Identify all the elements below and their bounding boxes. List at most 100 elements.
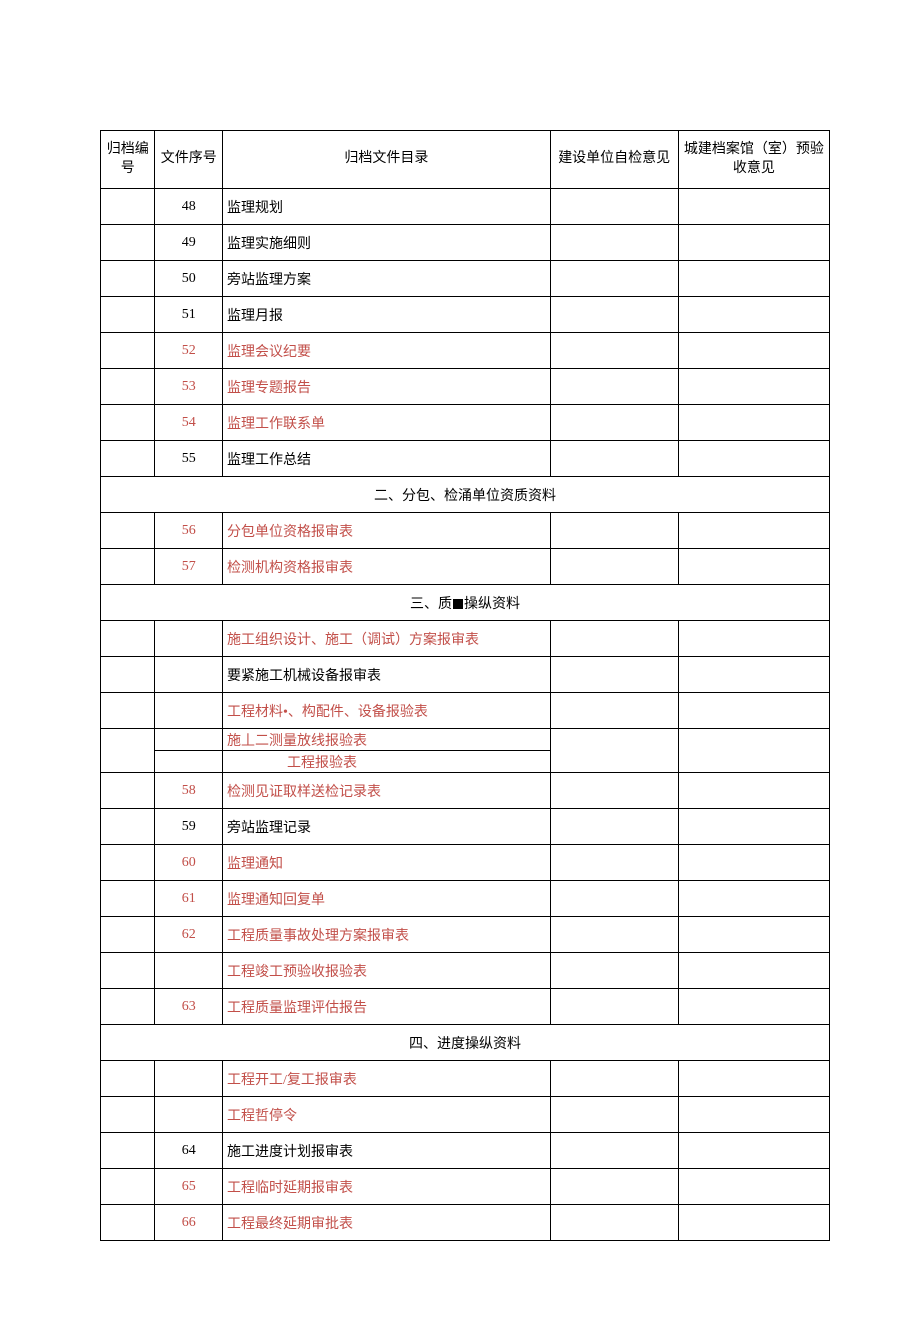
section-header-cell: 四、进度操纵资料 (101, 1025, 830, 1061)
table-row: 62工程质量事故处理方案报审表 (101, 917, 830, 953)
file-seq-cell: 54 (155, 405, 223, 441)
file-seq-cell: 51 (155, 297, 223, 333)
file-name-cell: 监理实施细则 (222, 225, 550, 261)
table-row: 工程材料•、构配件、设备报验表 (101, 693, 830, 729)
city-check-cell (678, 1061, 829, 1097)
archive-no-cell (101, 845, 155, 881)
file-name-cell: 旁站监理方案 (222, 261, 550, 297)
table-row: 54监理工作联系单 (101, 405, 830, 441)
file-seq-cell (155, 621, 223, 657)
block-icon (453, 599, 463, 609)
file-seq-cell (155, 751, 223, 773)
archive-no-cell (101, 549, 155, 585)
city-check-cell (678, 621, 829, 657)
table-row: 要紧施工机械设备报审表 (101, 657, 830, 693)
city-check-cell (678, 989, 829, 1025)
table-row: 53监理专题报告 (101, 369, 830, 405)
city-check-cell (678, 297, 829, 333)
self-check-cell (550, 441, 678, 477)
archive-no-cell (101, 693, 155, 729)
archive-no-cell (101, 809, 155, 845)
table-row: 51监理月报 (101, 297, 830, 333)
city-check-cell (678, 809, 829, 845)
file-seq-cell: 59 (155, 809, 223, 845)
self-check-cell (550, 953, 678, 989)
file-seq-cell: 57 (155, 549, 223, 585)
file-name-cell: 工程临时延期报审表 (222, 1169, 550, 1205)
table-row: 工程开工/复工报审表 (101, 1061, 830, 1097)
table-row: 56分包单位资格报审表 (101, 513, 830, 549)
archive-no-cell (101, 917, 155, 953)
self-check-cell (550, 225, 678, 261)
table-body: 48监理规划49监理实施细则50旁站监理方案51监理月报52监理会议纪要53监理… (101, 189, 830, 1241)
archive-no-cell (101, 441, 155, 477)
archive-no-cell (101, 881, 155, 917)
archive-no-cell (101, 513, 155, 549)
table-row: 49监理实施细则 (101, 225, 830, 261)
file-name-cell: 施工进度计划报审表 (222, 1133, 550, 1169)
archive-no-cell (101, 297, 155, 333)
self-check-cell (550, 809, 678, 845)
table-row: 55监理工作总结 (101, 441, 830, 477)
file-seq-cell: 66 (155, 1205, 223, 1241)
file-seq-cell: 58 (155, 773, 223, 809)
section-header-row: 三、质操纵资料 (101, 585, 830, 621)
file-seq-cell: 52 (155, 333, 223, 369)
file-name-cell: 工程最终延期审批表 (222, 1205, 550, 1241)
archive-no-cell (101, 1205, 155, 1241)
city-check-cell (678, 773, 829, 809)
file-name-cell: 监理会议纪要 (222, 333, 550, 369)
city-check-cell (678, 549, 829, 585)
file-name-cell: 工程哲停令 (222, 1097, 550, 1133)
file-seq-cell: 50 (155, 261, 223, 297)
archive-no-cell (101, 621, 155, 657)
file-seq-cell: 49 (155, 225, 223, 261)
self-check-cell (550, 333, 678, 369)
table-row: 60监理通知 (101, 845, 830, 881)
table-row: 施工组织设计、施工（调试）方案报审表 (101, 621, 830, 657)
archive-no-cell (101, 261, 155, 297)
archive-no-cell (101, 989, 155, 1025)
self-check-cell (550, 729, 678, 773)
archive-no-cell (101, 333, 155, 369)
file-name-cell: 监理规划 (222, 189, 550, 225)
self-check-cell (550, 693, 678, 729)
file-seq-cell (155, 657, 223, 693)
city-check-cell (678, 441, 829, 477)
city-check-cell (678, 1133, 829, 1169)
table-row: 52监理会议纪要 (101, 333, 830, 369)
city-check-cell (678, 657, 829, 693)
self-check-cell (550, 261, 678, 297)
archive-no-cell (101, 1097, 155, 1133)
city-check-cell (678, 405, 829, 441)
file-name-cell: 工程质量监理评估报告 (222, 989, 550, 1025)
city-check-cell (678, 333, 829, 369)
section-header-cell: 二、分包、检涌单位资质资料 (101, 477, 830, 513)
self-check-cell (550, 621, 678, 657)
file-name-cell: 分包单位资格报审表 (222, 513, 550, 549)
table-row: 50旁站监理方案 (101, 261, 830, 297)
self-check-cell (550, 405, 678, 441)
archive-no-cell (101, 405, 155, 441)
file-name-cell: 工程竣工预验收报验表 (222, 953, 550, 989)
file-seq-cell: 65 (155, 1169, 223, 1205)
file-name-cell: 监理通知 (222, 845, 550, 881)
self-check-cell (550, 989, 678, 1025)
header-city-check: 城建档案馆（室）预验收意见 (678, 131, 829, 189)
city-check-cell (678, 1205, 829, 1241)
section-header-row: 二、分包、检涌单位资质资料 (101, 477, 830, 513)
self-check-cell (550, 1061, 678, 1097)
city-check-cell (678, 1169, 829, 1205)
self-check-cell (550, 513, 678, 549)
file-name-cell: 监理月报 (222, 297, 550, 333)
section-header-cell: 三、质操纵资料 (101, 585, 830, 621)
self-check-cell (550, 845, 678, 881)
file-name-cell: 监理专题报告 (222, 369, 550, 405)
file-seq-cell: 64 (155, 1133, 223, 1169)
file-name-cell: 施丄二测量放线报验表 (222, 729, 550, 751)
self-check-cell (550, 549, 678, 585)
table-row: 64施工进度计划报审表 (101, 1133, 830, 1169)
self-check-cell (550, 297, 678, 333)
city-check-cell (678, 953, 829, 989)
file-name-cell: 检测见证取样送检记录表 (222, 773, 550, 809)
